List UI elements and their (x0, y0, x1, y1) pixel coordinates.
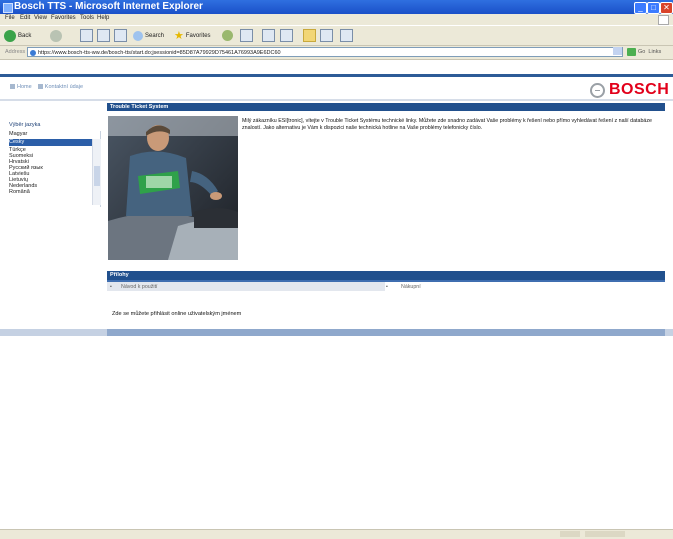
menu-tools[interactable]: Tools (80, 15, 94, 21)
search-button[interactable]: Search (133, 29, 164, 42)
back-button[interactable]: Back (4, 29, 31, 42)
links-label[interactable]: Links (648, 49, 661, 55)
contact-icon (37, 84, 43, 89)
scrollbar-thumb[interactable] (94, 166, 100, 186)
go-label[interactable]: Go Links (638, 49, 661, 55)
menu-favorites[interactable]: Favorites (51, 15, 76, 21)
ie-page-icon (30, 50, 36, 56)
attachment-cell-1[interactable]: ▪ Návod k použití (107, 282, 385, 291)
windows-flag-icon (658, 15, 669, 25)
address-bar: Address https://www.bosch-tts-ww.de/bosc… (0, 45, 673, 60)
edit-icon (280, 29, 293, 42)
tts-section-header: Trouble Ticket System (107, 103, 665, 111)
nav-contact-link[interactable]: Kontaktní údaje (37, 84, 84, 90)
favorites-label: Favorites (185, 32, 211, 39)
window-title: Bosch TTS - Microsoft Internet Explorer (14, 1, 203, 12)
edit-button[interactable] (280, 29, 293, 42)
menu-edit[interactable]: Edit (20, 15, 30, 21)
ie-app-icon (3, 3, 13, 13)
history-icon (222, 30, 233, 41)
bosch-logo: BOSCH (590, 81, 669, 99)
maximize-button[interactable]: □ (647, 2, 660, 14)
header-divider (0, 99, 673, 101)
forward-button[interactable] (50, 29, 62, 42)
address-input[interactable]: https://www.bosch-tts-ww.de/bosch-tts/st… (27, 47, 623, 57)
address-label: Address (5, 49, 26, 55)
stop-button[interactable] (80, 29, 93, 42)
back-arrow-icon (4, 29, 16, 42)
login-hint: Zde se můžete přihlásit online uživatels… (112, 311, 242, 317)
bosch-armature-icon (590, 82, 605, 98)
discuss-button[interactable] (320, 29, 333, 42)
folder-button[interactable] (303, 29, 316, 42)
print-button[interactable] (262, 29, 275, 42)
search-icon (133, 30, 143, 41)
language-option[interactable]: Magyar (9, 131, 27, 137)
search-label: Search (145, 32, 165, 39)
bullet-icon: ▪ (110, 284, 112, 290)
favorites-button[interactable]: ★ Favorites (174, 29, 211, 42)
home-button[interactable] (114, 29, 127, 42)
attachment-cell-2[interactable]: ▪ Nákupní (386, 282, 665, 291)
close-button[interactable]: ✕ (660, 2, 673, 14)
refresh-button[interactable] (97, 29, 110, 42)
menu-view[interactable]: View (34, 15, 47, 21)
toolbar: Back Search ★ Favorites (0, 25, 673, 46)
address-dropdown-icon[interactable] (613, 47, 622, 55)
refresh-icon (97, 29, 110, 42)
language-option-selected[interactable]: Česky (9, 139, 92, 146)
technician-illustration (108, 116, 238, 260)
messenger-button[interactable] (340, 29, 353, 42)
forward-arrow-icon (50, 29, 62, 42)
attachment-link-1[interactable]: Návod k použití (121, 284, 158, 290)
history-button[interactable] (222, 29, 233, 42)
language-sidebar: Výběr jazyka Magyar Česky Türkçe Suomeks… (7, 106, 101, 207)
home-icon (114, 29, 127, 42)
page-footer-bar (0, 329, 673, 336)
bosch-wordmark: BOSCH (609, 81, 670, 98)
window-title-bar: Bosch TTS - Microsoft Internet Explorer … (0, 0, 673, 14)
address-url: https://www.bosch-tts-ww.de/bosch-tts/st… (38, 50, 281, 56)
go-arrow-icon[interactable] (627, 48, 636, 56)
menu-help[interactable]: Help (97, 15, 109, 21)
language-listbox[interactable]: Magyar Česky Türkçe Suomeksi Hrvatski Ру… (8, 131, 101, 207)
status-cell (560, 531, 580, 537)
stop-icon (80, 29, 93, 42)
header-nav: Home Kontaktní údaje (10, 84, 83, 90)
attachments-row: ▪ Návod k použití ▪ Nákupní (107, 282, 665, 291)
star-icon: ★ (174, 30, 184, 42)
intro-text: Milý zákazníku ESI[tronic], vítejte v Tr… (242, 118, 652, 131)
mail-icon (240, 29, 253, 42)
print-icon (262, 29, 275, 42)
language-option[interactable]: Română (9, 189, 30, 195)
nav-home-label: Home (17, 84, 32, 90)
attachments-header: Přílohy (107, 271, 665, 280)
minimize-button[interactable]: _ (634, 2, 647, 14)
discuss-icon (320, 29, 333, 42)
mail-button[interactable] (240, 29, 253, 42)
nav-home-link[interactable]: Home (10, 84, 32, 90)
technician-photo (108, 116, 238, 260)
footer-accent (107, 329, 665, 336)
page-header: Home Kontaktní údaje BOSCH (0, 77, 673, 99)
messenger-icon (340, 29, 353, 42)
bullet-icon: ▪ (386, 284, 388, 290)
menu-bar: File Edit View Favorites Tools Help (0, 14, 673, 25)
back-label: Back (18, 32, 32, 39)
menu-file[interactable]: File (5, 15, 15, 21)
status-zone-cell (585, 531, 625, 537)
home-icon (10, 84, 15, 89)
sidebar-title: Výběr jazyka (9, 122, 41, 128)
listbox-scrollbar[interactable] (92, 139, 101, 205)
folder-icon (303, 29, 316, 42)
nav-contact-label: Kontaktní údaje (44, 84, 84, 90)
attachment-link-2[interactable]: Nákupní (401, 284, 421, 290)
